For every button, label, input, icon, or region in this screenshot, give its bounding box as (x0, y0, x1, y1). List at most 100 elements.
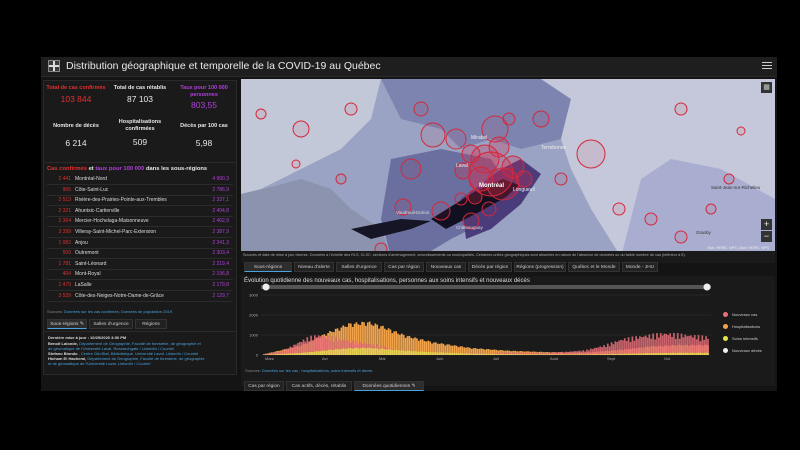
region-row[interactable]: 965 Côte-Saint-Luc 2 786,9 (47, 187, 233, 196)
case-circle[interactable] (674, 230, 688, 244)
case-circle[interactable] (736, 126, 746, 136)
basemap-gallery-icon[interactable]: ▦ (761, 82, 772, 93)
soins-intensifs-bar (686, 352, 689, 355)
soins-intensifs-bar (312, 351, 314, 355)
soins-intensifs-bar (580, 354, 583, 355)
soins-intensifs-bar (533, 354, 535, 355)
case-circle[interactable] (723, 173, 735, 185)
tab-cas-actifs[interactable]: Cas actifs, décès, rétablis (286, 381, 352, 391)
map-tab-5[interactable]: Décès par région (468, 262, 512, 272)
case-circle[interactable] (705, 203, 717, 215)
map-tab-4[interactable]: Nouveaux cas (426, 262, 466, 272)
tab-regions[interactable]: Régions (135, 319, 167, 329)
region-row[interactable]: 3 399 Villeray-Saint-Michel-Parc-Extensio… (47, 229, 233, 238)
source-link[interactable]: Données sur les cas confirmés; Données d… (64, 309, 172, 314)
region-row[interactable]: 2 321 Ahuntsic-Cartierville 2 404,8 (47, 208, 233, 217)
case-circle[interactable] (335, 173, 347, 185)
case-circle[interactable] (467, 189, 483, 205)
hamburger-menu-icon[interactable] (762, 60, 772, 70)
tab-salles-urgence[interactable]: Salles d'urgence (89, 319, 133, 329)
nouveaux-cas-bar (703, 339, 706, 355)
case-circle[interactable] (413, 101, 429, 117)
time-slider-handle-end[interactable] (703, 283, 711, 291)
map-canvas[interactable]: Mirabel Terrebonne Montréal Laval Longue… (241, 79, 775, 257)
case-circle[interactable] (554, 172, 568, 186)
nouveaux-cas-bar (623, 338, 626, 355)
legend-item[interactable]: Nouveaux cas (723, 312, 762, 324)
soins-intensifs-bar (705, 352, 707, 355)
case-circle[interactable] (291, 159, 301, 169)
case-circle[interactable] (344, 102, 358, 116)
map-tab-6[interactable]: Régions (progression) (514, 262, 566, 272)
case-circle[interactable] (576, 139, 606, 169)
region-row[interactable]: 3 539 Côte-des-Neiges-Notre-Dame-de-Grâce… (47, 293, 233, 302)
tab-label: Données quotidiennes (362, 384, 411, 389)
stat-hospitalizations: Hospitalisations confirmées 509 (108, 119, 172, 147)
soins-intensifs-bar (508, 354, 511, 355)
region-row[interactable]: 2 364 Mercier-Hochelaga-Maisonneuve 2 462,… (47, 218, 233, 228)
soins-intensifs-bar (470, 353, 473, 355)
credit-text[interactable]: et de géomatique de l'Université Laval. … (48, 361, 150, 366)
map-tab-2[interactable]: Salles d'urgence (336, 262, 382, 272)
case-circle[interactable] (400, 158, 422, 180)
region-row[interactable]: 509 Outremont 2 303,4 (47, 250, 233, 260)
region-row[interactable]: 2 513 Rivière-des-Prairies-Pointe-aux-Tre… (47, 197, 233, 207)
tab-cas-par-region[interactable]: Cas par région (244, 381, 284, 391)
soins-intensifs-bar (640, 353, 643, 355)
region-rate: 2 219,4 (212, 260, 229, 267)
case-circle[interactable] (502, 112, 516, 126)
nouveaux-cas-bar (640, 337, 643, 355)
nouveaux-cas-bar (631, 336, 634, 355)
soins-intensifs-bar (348, 348, 350, 355)
daily-chart[interactable]: 0 1000 2000 3000 Mars Avr Mai Juin Juil Août Sept O… (241, 276, 775, 368)
zoom-out-button[interactable]: − (761, 231, 772, 242)
region-row[interactable]: 404 Mont-Royal 2 196,8 (47, 271, 233, 281)
legend-item[interactable]: Soins intensifs (723, 336, 762, 348)
legend-swatch (723, 324, 728, 329)
soins-intensifs-bar (684, 352, 687, 355)
region-rate: 2 341,3 (212, 239, 229, 246)
case-circle[interactable] (420, 122, 446, 148)
tab-sous-regions[interactable]: Sous-régions ✎ (47, 319, 87, 329)
map-tab-8[interactable]: Monde - JHU (622, 262, 658, 272)
case-circle[interactable] (612, 202, 626, 216)
map-tab-7[interactable]: Québec et le Monde (568, 262, 620, 272)
soins-intensifs-bar (304, 352, 307, 355)
case-circle[interactable] (292, 120, 310, 138)
case-circle[interactable] (255, 108, 267, 120)
region-row[interactable]: 2 441 Montréal-Nord 4 990,3 (47, 176, 233, 185)
case-circle[interactable] (431, 201, 451, 221)
map-tab-3[interactable]: Cas par région (384, 262, 424, 272)
soins-intensifs-bar (351, 348, 354, 355)
legend-item[interactable]: Nouveaux décès (723, 348, 762, 360)
soins-intensifs-bar (306, 352, 309, 355)
map-tab-0[interactable]: Sous-régions (244, 262, 292, 272)
soins-intensifs-bar (652, 352, 655, 355)
map-tab-1[interactable]: Niveau d'alerte (294, 262, 334, 272)
source-link[interactable]: Données sur les cas ; hospitalisations, … (262, 368, 373, 373)
zoom-in-button[interactable]: + (761, 219, 772, 230)
case-circle[interactable] (454, 192, 468, 206)
case-circle[interactable] (445, 128, 467, 150)
legend-item[interactable]: Hospitalisations (723, 324, 762, 336)
legend-label: Nouveaux décès (732, 348, 762, 353)
region-row[interactable]: 1 781 Saint-Léonard 2 219,4 (47, 261, 233, 270)
case-circle[interactable] (644, 212, 658, 226)
soins-intensifs-bar (391, 350, 394, 355)
case-circle[interactable] (515, 170, 533, 188)
map-view[interactable]: Mirabel Terrebonne Montréal Laval Longue… (241, 79, 775, 257)
tab-donnees-quotidiennes[interactable]: Données quotidiennes ✎ (354, 381, 424, 391)
soins-intensifs-bar (408, 350, 411, 355)
case-circle[interactable] (674, 102, 688, 116)
map-label-terrebonne: Terrebonne (541, 145, 567, 151)
time-slider-handle-start[interactable] (262, 283, 270, 291)
stat-value: 803,55 (191, 100, 217, 110)
case-circle[interactable] (532, 110, 550, 128)
app-header: Distribution géographique et temporelle … (41, 57, 777, 77)
region-cases: 2 441 (58, 176, 71, 182)
case-circle[interactable] (481, 201, 497, 217)
region-row[interactable]: 1 082 Anjou 2 341,3 (47, 240, 233, 249)
nouveaux-cas-bar (608, 346, 611, 355)
soins-intensifs-bar (548, 354, 551, 355)
region-row[interactable]: 1 479 LaSalle 2 179,8 (47, 282, 233, 291)
